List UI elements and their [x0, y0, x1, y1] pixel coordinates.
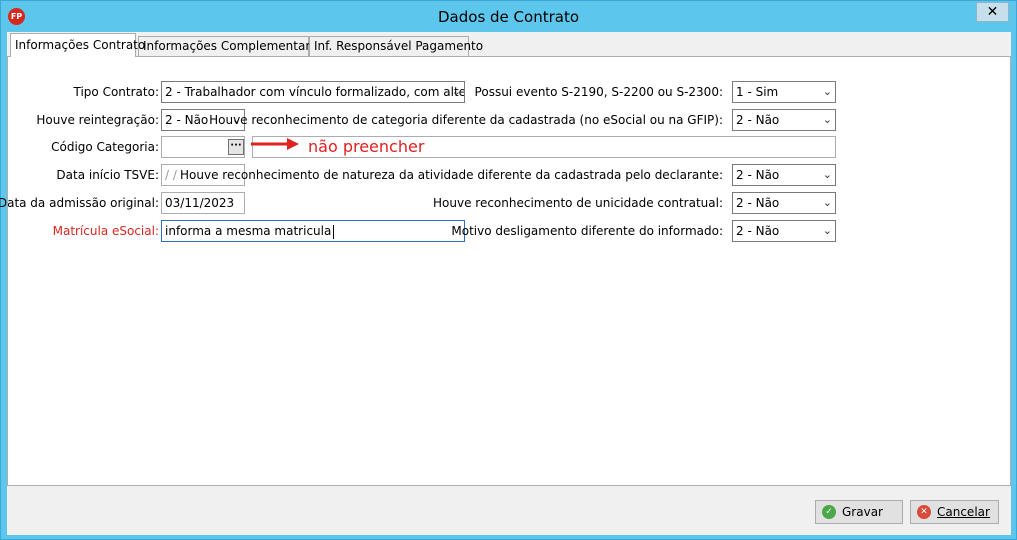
chevron-down-icon: ⌄ [822, 85, 832, 98]
check-circle-icon: ✓ [822, 505, 836, 519]
tipo-contrato-select[interactable]: 2 - Trabalhador com vínculo formalizado,… [161, 81, 465, 103]
reconhecimento-natureza-select[interactable]: 2 - Não ⌄ [732, 164, 836, 186]
chevron-down-icon: ⌄ [822, 113, 832, 126]
motivo-desligamento-value: 2 - Não [736, 224, 780, 238]
chevron-down-icon: ⌄ [822, 196, 832, 209]
text-caret [333, 224, 335, 239]
titlebar[interactable]: FP Dados de Contrato ✕ [1, 1, 1016, 32]
motivo-desligamento-select[interactable]: 2 - Não ⌄ [732, 220, 836, 242]
cancelar-button-label: Cancelar [937, 505, 990, 519]
lookup-ellipsis-button[interactable]: ··· [228, 139, 244, 155]
data-admissao-original-input[interactable]: 03/11/2023 [161, 192, 245, 214]
data-admissao-original-label: Data da admissão original: [0, 196, 159, 210]
close-button[interactable]: ✕ [976, 2, 1009, 22]
cancel-circle-icon: ✕ [917, 505, 931, 519]
reconhecimento-natureza-value: 2 - Não [736, 168, 780, 182]
codigo-categoria-label: Código Categoria: [51, 140, 159, 154]
matricula-esocial-label: Matrícula eSocial: [52, 224, 159, 238]
dialog-client: Informações Contrato Informações Complem… [0, 32, 1011, 535]
chevron-down-icon: ⌄ [451, 85, 461, 98]
gravar-button-label: Gravar [842, 505, 883, 519]
possui-evento-value: 1 - Sim [736, 85, 779, 99]
tipo-contrato-label: Tipo Contrato: [73, 85, 159, 99]
dialog-window: FP Dados de Contrato ✕ Informações Contr… [0, 0, 1017, 540]
dialog-footer: ✓ Gravar ✕ Cancelar [7, 486, 1011, 535]
chevron-down-icon: ⌄ [822, 168, 832, 181]
possui-evento-select[interactable]: 1 - Sim ⌄ [732, 81, 836, 103]
annotation-nao-preencher: não preencher [308, 137, 425, 156]
reconhecimento-unicidade-label: Houve reconhecimento de unicidade contra… [433, 196, 723, 210]
tab-panel-contrato: Tipo Contrato: 2 - Trabalhador com víncu… [0, 56, 1011, 486]
cancelar-button[interactable]: ✕ Cancelar [910, 500, 999, 524]
reconhecimento-unicidade-select[interactable]: 2 - Não ⌄ [732, 192, 836, 214]
chevron-down-icon: ⌄ [822, 224, 832, 237]
reconhecimento-categoria-value: 2 - Não [736, 113, 780, 127]
houve-reintegracao-label: Houve reintegração: [36, 113, 159, 127]
tab-informacoes-contrato[interactable]: Informações Contrato [10, 33, 145, 57]
motivo-desligamento-label: Motivo desligamento diferente do informa… [451, 224, 723, 238]
reconhecimento-categoria-label: Houve reconhecimento de categoria difere… [209, 113, 723, 127]
red-arrow-icon [251, 138, 299, 150]
tab-inf-responsavel-pagamento[interactable]: Inf. Responsável Pagamento [309, 36, 483, 56]
matricula-esocial-input[interactable]: informa a mesma matricula [161, 220, 465, 242]
possui-evento-label: Possui evento S-2190, S-2200 ou S-2300: [474, 85, 723, 99]
tab-informacoes-complementares[interactable]: Informações Complementares [138, 36, 324, 56]
reconhecimento-natureza-label: Houve reconhecimento de natureza da ativ… [180, 168, 723, 182]
data-inicio-tsve-label: Data início TSVE: [56, 168, 159, 182]
matricula-esocial-value: informa a mesma matricula [165, 224, 332, 238]
tipo-contrato-value: 2 - Trabalhador com vínculo formalizado,… [165, 85, 465, 99]
gravar-button[interactable]: ✓ Gravar [815, 500, 903, 524]
reconhecimento-categoria-select[interactable]: 2 - Não ⌄ [732, 109, 836, 131]
houve-reintegracao-value: 2 - Não [165, 113, 209, 127]
reconhecimento-unicidade-value: 2 - Não [736, 196, 780, 210]
window-title: Dados de Contrato [438, 8, 579, 26]
